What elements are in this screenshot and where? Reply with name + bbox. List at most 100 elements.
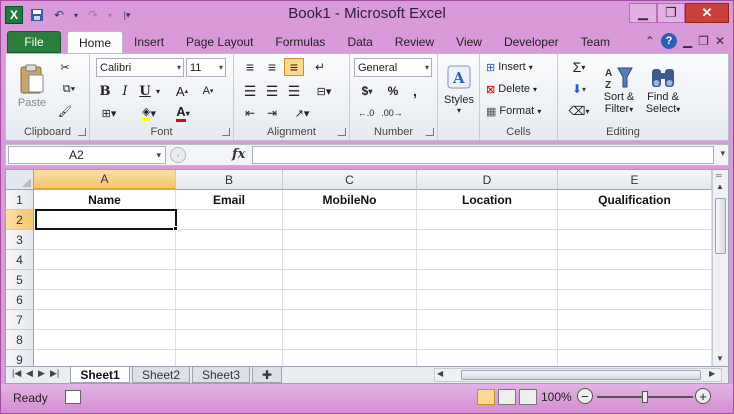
close-button[interactable]: ✕ <box>685 3 729 23</box>
vertical-scroll-thumb[interactable] <box>715 198 726 254</box>
increase-decimal-icon[interactable]: ←.0 <box>354 104 378 122</box>
zoom-in-icon[interactable]: + <box>695 388 711 404</box>
cell-b3[interactable] <box>176 230 283 250</box>
copy-icon[interactable]: ⧉▾ <box>56 80 82 98</box>
horizontal-scrollbar[interactable]: ◀ ▶ <box>434 368 722 382</box>
grow-font-icon[interactable]: A ▴ <box>170 82 194 100</box>
cell-d2[interactable] <box>417 210 558 230</box>
delete-cells-button[interactable]: ⊠ Delete ▾ <box>486 80 554 98</box>
autosum-icon[interactable]: Σ ▾ <box>566 58 592 76</box>
active-cell-a2[interactable] <box>35 209 177 230</box>
cell-e6[interactable] <box>558 290 712 310</box>
tab-home[interactable]: Home <box>67 31 124 53</box>
split-box-icon[interactable]: ═ <box>716 171 722 180</box>
paste-button[interactable]: Paste <box>12 58 52 114</box>
decrease-decimal-icon[interactable]: .00→ <box>380 104 404 122</box>
insert-function-icon[interactable]: fx <box>232 147 245 162</box>
decrease-indent-icon[interactable]: ⇤ <box>240 104 260 122</box>
cell-a1[interactable]: Name <box>34 190 176 210</box>
page-layout-view-icon[interactable] <box>498 389 516 405</box>
tab-insert[interactable]: Insert <box>123 31 175 53</box>
alignment-launcher-icon[interactable] <box>338 128 346 136</box>
italic-button[interactable]: I <box>116 82 134 100</box>
zoom-level[interactable]: 100% <box>541 390 572 404</box>
row-header-1[interactable]: 1 <box>6 190 34 210</box>
row-header-5[interactable]: 5 <box>6 270 34 290</box>
percent-icon[interactable]: % <box>384 82 402 100</box>
orientation-icon[interactable]: ↗▾ <box>288 104 316 122</box>
horizontal-scroll-thumb[interactable] <box>461 370 701 380</box>
cell-c2[interactable] <box>283 210 417 230</box>
styles-button[interactable]: A Styles ▾ <box>442 58 476 120</box>
bold-button[interactable]: B <box>96 82 114 100</box>
clipboard-launcher-icon[interactable] <box>78 128 86 136</box>
cell-a3[interactable] <box>34 230 176 250</box>
cell-b8[interactable] <box>176 330 283 350</box>
row-header-3[interactable]: 3 <box>6 230 34 250</box>
cell-c6[interactable] <box>283 290 417 310</box>
cell-b5[interactable] <box>176 270 283 290</box>
insert-cells-button[interactable]: ⊞ Insert ▾ <box>486 58 554 76</box>
cell-a4[interactable] <box>34 250 176 270</box>
column-header-e[interactable]: E <box>558 170 712 190</box>
cell-e4[interactable] <box>558 250 712 270</box>
insert-sheet-icon[interactable]: ✚ <box>252 367 282 383</box>
row-header-2[interactable]: 2 <box>6 210 34 230</box>
column-header-d[interactable]: D <box>417 170 558 190</box>
cell-e3[interactable] <box>558 230 712 250</box>
cell-e9[interactable] <box>558 350 712 366</box>
cell-d6[interactable] <box>417 290 558 310</box>
worksheet-grid[interactable]: A B C D E 1 2 3 4 5 6 7 8 9 Name Email M… <box>5 169 729 367</box>
cell-d9[interactable] <box>417 350 558 366</box>
number-launcher-icon[interactable] <box>426 128 434 136</box>
number-format-select[interactable]: General ▾ <box>354 58 432 77</box>
select-all-button[interactable] <box>6 170 34 190</box>
column-header-a[interactable]: A <box>34 170 176 190</box>
comma-style-icon[interactable]: , <box>406 82 424 100</box>
tab-view[interactable]: View <box>445 31 493 53</box>
cell-b7[interactable] <box>176 310 283 330</box>
font-launcher-icon[interactable] <box>222 128 230 136</box>
underline-button[interactable]: U <box>136 82 154 100</box>
cell-d1[interactable]: Location <box>417 190 558 210</box>
find-select-button[interactable]: Find & Select▾ <box>642 58 684 122</box>
sheet-tab-sheet1[interactable]: Sheet1 <box>70 367 130 383</box>
align-middle-icon[interactable]: ≡ <box>262 58 282 76</box>
scroll-up-icon[interactable]: ▲ <box>716 182 724 191</box>
macro-record-icon[interactable] <box>65 390 81 404</box>
cell-c5[interactable] <box>283 270 417 290</box>
underline-dropdown-icon[interactable]: ▾ <box>154 82 162 100</box>
next-sheet-icon[interactable]: ▶ <box>38 368 45 379</box>
maximize-button[interactable]: ❐ <box>657 3 685 23</box>
formula-input[interactable] <box>252 146 714 164</box>
column-header-c[interactable]: C <box>283 170 417 190</box>
align-top-icon[interactable]: ≡ <box>240 58 260 76</box>
page-break-view-icon[interactable] <box>519 389 537 405</box>
last-sheet-icon[interactable]: ▶| <box>50 368 59 379</box>
tab-file[interactable]: File <box>7 31 61 53</box>
cell-b9[interactable] <box>176 350 283 366</box>
workbook-restore-icon[interactable]: ❐ <box>698 34 709 48</box>
align-bottom-icon[interactable]: ≡ <box>284 58 304 76</box>
font-color-icon[interactable]: A ▾ <box>170 104 196 122</box>
cell-c7[interactable] <box>283 310 417 330</box>
cell-e2[interactable] <box>558 210 712 230</box>
cell-c9[interactable] <box>283 350 417 366</box>
cell-a5[interactable] <box>34 270 176 290</box>
cell-d5[interactable] <box>417 270 558 290</box>
cell-d7[interactable] <box>417 310 558 330</box>
scroll-down-icon[interactable]: ▼ <box>716 354 724 363</box>
prev-sheet-icon[interactable]: ◀ <box>26 368 33 379</box>
row-header-6[interactable]: 6 <box>6 290 34 310</box>
tab-review[interactable]: Review <box>384 31 445 53</box>
workbook-close-icon[interactable]: ✕ <box>715 34 725 48</box>
tab-formulas[interactable]: Formulas <box>264 31 336 53</box>
fill-icon[interactable]: ⬇ ▾ <box>566 80 592 98</box>
fill-color-icon[interactable]: ◈ ▾ <box>136 104 162 122</box>
cell-c8[interactable] <box>283 330 417 350</box>
fill-handle[interactable] <box>173 226 178 231</box>
cell-b2[interactable] <box>176 210 283 230</box>
cell-e7[interactable] <box>558 310 712 330</box>
cell-b4[interactable] <box>176 250 283 270</box>
help-icon[interactable]: ? <box>660 33 677 49</box>
